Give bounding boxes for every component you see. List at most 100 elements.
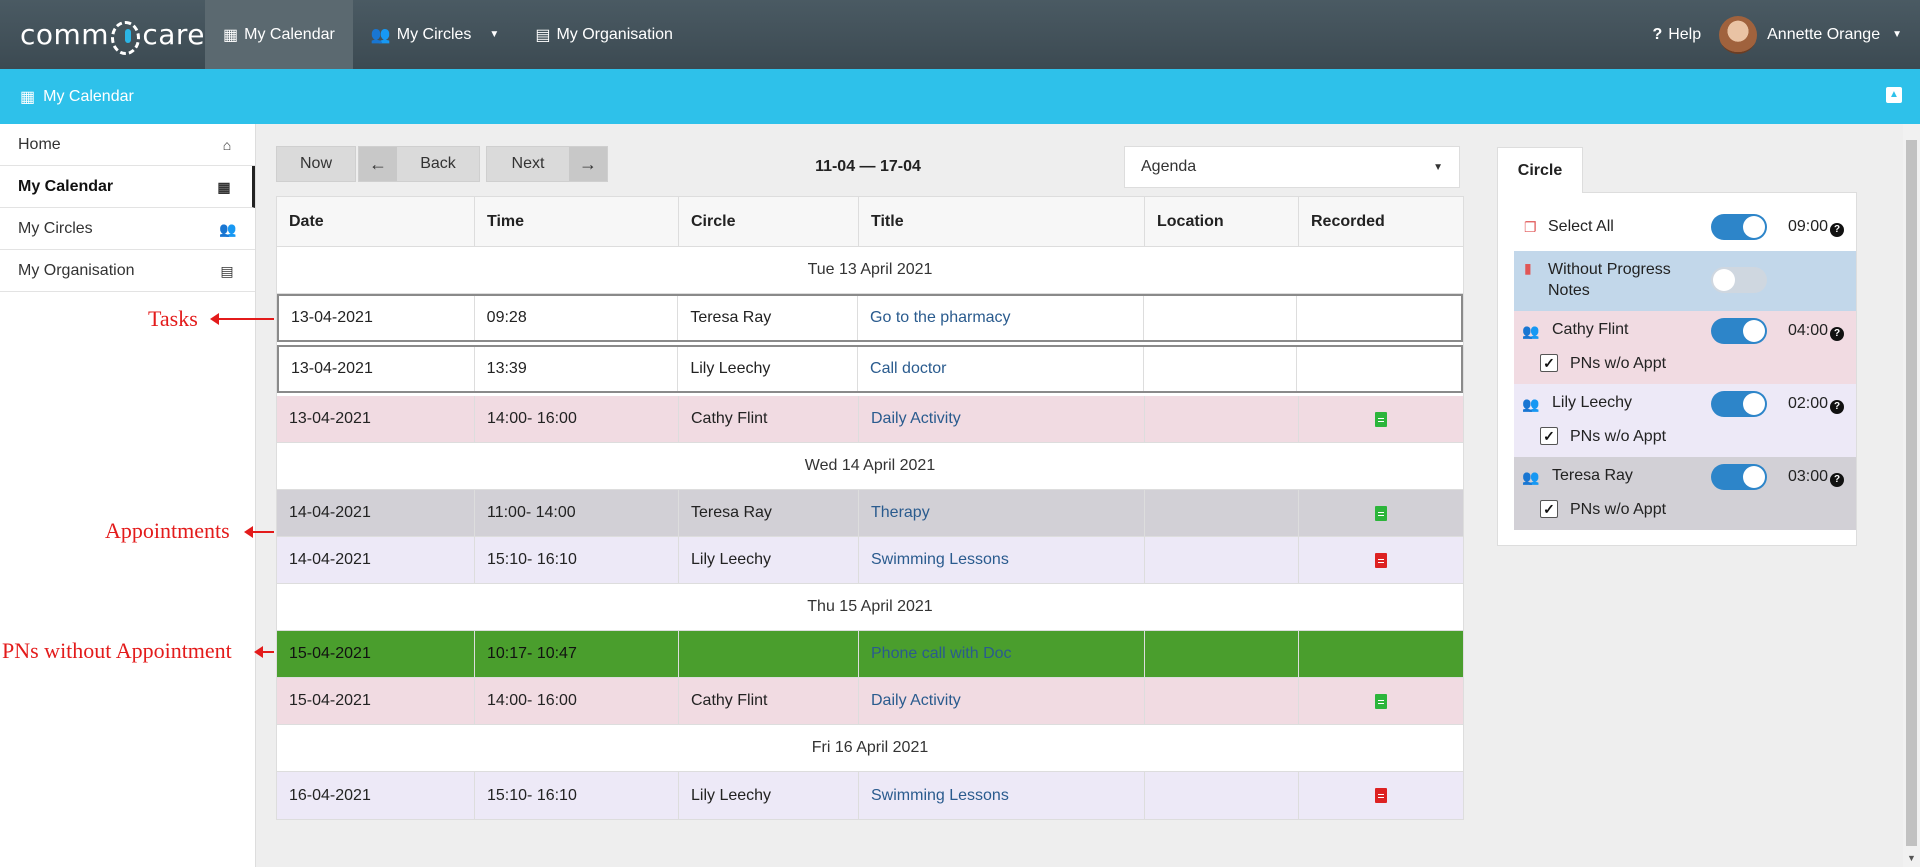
pns-without-appt-checkbox[interactable]: ✓ — [1540, 500, 1558, 518]
agenda-table: Date Time Circle Title Location Recorded… — [276, 196, 1464, 820]
cell-date: 14-04-2021 — [277, 537, 475, 583]
question-icon[interactable]: ? — [1830, 400, 1845, 414]
chevron-down-icon: ▼ — [1892, 29, 1902, 40]
question-icon[interactable]: ? — [1830, 223, 1845, 237]
circle-name: Teresa Ray — [1552, 467, 1633, 484]
header-date[interactable]: Date — [277, 197, 475, 246]
pns-without-appt-label: PNs w/o Appt — [1570, 355, 1667, 372]
progress-note-recorded-icon[interactable] — [1375, 505, 1387, 521]
cell-location — [1145, 772, 1299, 819]
help-link[interactable]: ? Help — [1634, 0, 1719, 69]
cell-location — [1145, 631, 1299, 677]
tab-circle[interactable]: Circle — [1497, 147, 1583, 193]
question-icon[interactable]: ? — [1830, 327, 1845, 341]
select-all-row: ❐ Select All 09:00? — [1514, 207, 1856, 247]
user-name: Annette Orange — [1767, 25, 1881, 43]
cell-time: 10:17- 10:47 — [475, 631, 679, 677]
progress-note-recorded-icon[interactable] — [1375, 411, 1387, 427]
page-header-bar: ▦ My Calendar ▲ — [0, 69, 1920, 124]
copy-icon: ❐ — [1524, 219, 1537, 235]
table-row[interactable]: 13-04-2021 09:28 Teresa Ray Go to the ph… — [277, 294, 1463, 342]
table-row[interactable]: 14-04-2021 15:10- 16:10 Lily Leechy Swim… — [277, 537, 1463, 584]
now-button[interactable]: Now — [276, 146, 356, 182]
progress-note-recorded-icon[interactable] — [1375, 693, 1387, 709]
date-range: 11-04 — 17-04 — [815, 158, 921, 175]
header-location[interactable]: Location — [1145, 197, 1299, 246]
progress-note-missing-icon[interactable] — [1375, 552, 1387, 568]
sidebar-item-my-calendar[interactable]: My Calendar ▦ — [0, 166, 255, 208]
nav-my-calendar[interactable]: ▦ My Calendar — [205, 0, 353, 69]
cell-time: 15:10- 16:10 — [475, 537, 679, 583]
app-logo[interactable]: comm care — [0, 0, 205, 69]
nav-label: My Calendar — [244, 25, 335, 43]
table-row[interactable]: 15-04-2021 14:00- 16:00 Cathy Flint Dail… — [277, 678, 1463, 725]
select-all-toggle[interactable] — [1711, 214, 1767, 240]
nav-my-circles[interactable]: 👥 My Circles ▼ — [353, 0, 518, 69]
next-button[interactable]: Next → — [486, 146, 608, 182]
cell-title-link[interactable]: Swimming Lessons — [859, 537, 1145, 583]
pns-without-appt-checkbox[interactable]: ✓ — [1540, 427, 1558, 445]
progress-note-missing-icon[interactable] — [1375, 788, 1387, 803]
cell-circle: Lily Leechy — [678, 347, 859, 391]
sidebar-item-my-circles[interactable]: My Circles 👥 — [0, 208, 255, 250]
avatar — [1719, 15, 1758, 54]
sidebar-item-label: Home — [18, 135, 61, 153]
cell-title-link[interactable]: Call doctor — [858, 347, 1144, 391]
sidebar-item-my-organisation[interactable]: My Organisation ▤ — [0, 250, 255, 292]
question-icon[interactable]: ? — [1830, 473, 1845, 487]
cell-title-link[interactable]: Phone call with Doc — [859, 631, 1145, 677]
cell-time: 15:10- 16:10 — [475, 772, 679, 819]
cell-time: 13:39 — [475, 347, 679, 391]
view-select[interactable]: Agenda ▼ — [1124, 146, 1460, 188]
back-button[interactable]: ← Back — [358, 146, 480, 182]
header-circle[interactable]: Circle — [679, 197, 859, 246]
users-icon: 👥 — [1522, 396, 1540, 412]
circle-time: 03:00 — [1788, 468, 1829, 485]
cell-recorded — [1299, 678, 1463, 724]
circle-toggle[interactable] — [1711, 318, 1767, 344]
users-icon: 👥 — [1522, 469, 1540, 485]
page-scrollbar[interactable]: ▼ — [1903, 124, 1920, 867]
header-title[interactable]: Title — [859, 197, 1145, 246]
table-row[interactable]: 16-04-2021 15:10- 16:10 Lily Leechy Swim… — [277, 772, 1463, 819]
header-time[interactable]: Time — [475, 197, 679, 246]
help-label: Help — [1668, 25, 1702, 43]
circle-name: Lily Leechy — [1552, 394, 1633, 411]
nav-my-organisation[interactable]: ▤ My Organisation — [517, 0, 691, 69]
cell-date: 13-04-2021 — [279, 347, 475, 391]
circle-time: 04:00 — [1788, 322, 1829, 339]
circle-toggle[interactable] — [1711, 391, 1767, 417]
cell-circle: Cathy Flint — [679, 396, 859, 442]
pns-without-appt-checkbox[interactable]: ✓ — [1540, 354, 1558, 372]
header-recorded[interactable]: Recorded — [1299, 197, 1463, 246]
question-icon: ? — [1652, 25, 1663, 43]
circle-toggle[interactable] — [1711, 464, 1767, 490]
sidebar-item-home[interactable]: Home ⌂ — [0, 124, 255, 166]
cell-title-link[interactable]: Daily Activity — [859, 396, 1145, 442]
table-row[interactable]: 14-04-2021 11:00- 14:00 Teresa Ray Thera… — [277, 490, 1463, 537]
chevron-down-icon: ▼ — [1433, 161, 1443, 173]
cell-recorded — [1299, 537, 1463, 583]
cell-title-link[interactable]: Go to the pharmacy — [858, 296, 1144, 340]
cell-title-link[interactable]: Swimming Lessons — [859, 772, 1145, 819]
collapse-icon[interactable]: ▲ — [1886, 87, 1902, 103]
cell-recorded — [1299, 490, 1463, 536]
calendar-icon: ▦ — [217, 178, 231, 195]
scrollbar-thumb[interactable] — [1906, 140, 1917, 846]
cell-date: 13-04-2021 — [279, 296, 475, 340]
home-icon: ⌂ — [222, 136, 232, 153]
table-row[interactable]: 15-04-2021 10:17- 10:47 Phone call with … — [277, 631, 1463, 678]
scroll-down-icon[interactable]: ▼ — [1907, 853, 1916, 863]
cell-circle: Teresa Ray — [678, 296, 859, 340]
cell-time: 14:00- 16:00 — [475, 678, 679, 724]
table-row[interactable]: 13-04-2021 13:39 Lily Leechy Call doctor — [277, 345, 1463, 393]
sidebar-item-label: My Circles — [18, 219, 93, 237]
cell-title-link[interactable]: Daily Activity — [859, 678, 1145, 724]
cell-location — [1145, 537, 1299, 583]
without-progress-notes-toggle[interactable] — [1711, 267, 1767, 293]
cell-location — [1145, 396, 1299, 442]
cell-title-link[interactable]: Therapy — [859, 490, 1145, 536]
user-menu[interactable]: Annette Orange ▼ — [1719, 0, 1920, 69]
table-row[interactable]: 13-04-2021 14:00- 16:00 Cathy Flint Dail… — [277, 396, 1463, 443]
page-title: My Calendar — [43, 87, 134, 105]
